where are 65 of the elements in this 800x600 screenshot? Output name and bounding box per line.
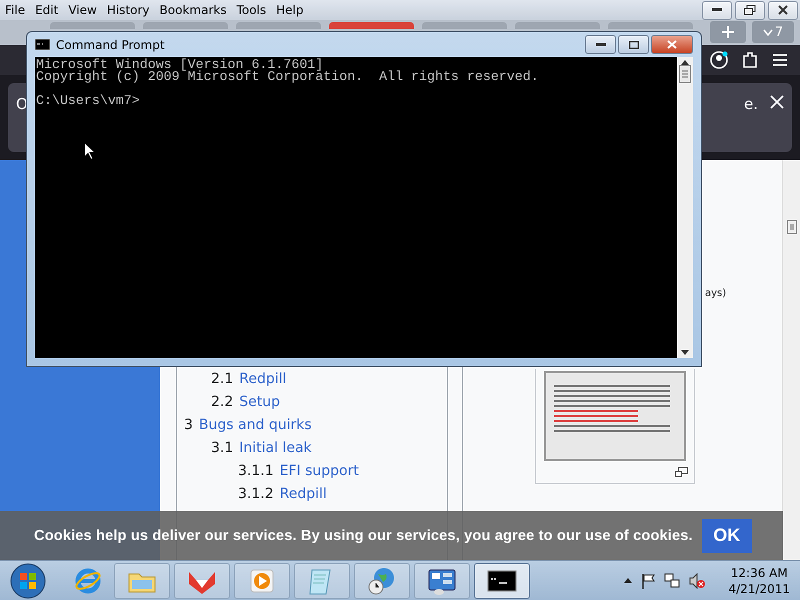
console-icon [35, 39, 50, 50]
section-link[interactable]: Setup [239, 394, 280, 410]
notification-text: e. [744, 95, 758, 113]
command-prompt-line: C:\Users\vm7> [36, 95, 141, 107]
scrollbar[interactable] [782, 160, 800, 560]
mouse-pointer-icon [84, 142, 96, 160]
section-link[interactable]: Redpill [239, 370, 286, 386]
cookie-notice: Cookies help us deliver our services. By using our services, you agree to our use of cookies. [34, 528, 693, 544]
scrollbar[interactable] [677, 57, 693, 358]
scroll-down-icon[interactable] [681, 350, 689, 355]
minimize-icon [596, 42, 606, 46]
section-number: 3.1 [211, 440, 234, 456]
ok-button[interactable]: OK [702, 518, 752, 552]
speaker-muted-icon[interactable] [689, 572, 706, 588]
puzzle-icon[interactable] [742, 51, 758, 69]
maximize-icon [628, 40, 638, 48]
menu-item[interactable]: File [0, 3, 30, 17]
clock-time: 12:36 AM [730, 564, 788, 580]
scroll-thumb-icon[interactable] [786, 220, 796, 234]
menu-item[interactable]: Help [271, 3, 308, 17]
taskbar-button[interactable] [414, 562, 470, 598]
section-number: 3.1.1 [238, 462, 274, 478]
minimize-button[interactable] [585, 35, 616, 54]
account-icon[interactable] [710, 51, 728, 69]
close-icon[interactable] [770, 95, 784, 109]
close-button[interactable] [768, 0, 798, 20]
section-link[interactable]: EFI support [280, 462, 359, 478]
section-number: 3.1.2 [238, 486, 274, 502]
menu-item[interactable]: View [63, 3, 102, 17]
close-icon [778, 5, 788, 15]
plus-icon [721, 25, 735, 39]
restore-button[interactable] [735, 0, 765, 20]
taskbar-button[interactable] [474, 562, 530, 598]
tab-count: 7 [774, 24, 784, 40]
chevron-up-icon[interactable] [624, 578, 632, 583]
menu-item[interactable]: History [102, 3, 155, 17]
restore-icon [744, 5, 756, 15]
scroll-thumb-icon[interactable] [679, 65, 691, 83]
window-title: Command Prompt [56, 38, 165, 52]
console-line: Copyright (c) 2009 Microsoft Corporation. All rights reserved. [36, 71, 540, 83]
start-button[interactable] [8, 562, 48, 598]
chevron-down-icon [762, 28, 773, 36]
section-link[interactable]: Bugs and quirks [198, 416, 312, 432]
clock[interactable]: 12:36 AM 4/21/2011 [728, 564, 790, 596]
section-number: 2.2 [211, 394, 234, 410]
network-icon[interactable] [664, 572, 680, 588]
body-text: ays) [705, 288, 728, 299]
menu-item[interactable]: Edit [30, 3, 64, 17]
section-number: 3 [184, 416, 193, 432]
flag-icon[interactable] [641, 572, 656, 588]
section-number: 2.1 [211, 370, 234, 386]
enlarge-icon[interactable] [675, 467, 688, 477]
menu-item[interactable]: Tools [232, 3, 272, 17]
minimize-button[interactable] [702, 0, 732, 20]
letter-e-icon [74, 566, 102, 594]
close-icon [667, 40, 677, 49]
maximize-button[interactable] [618, 35, 649, 54]
console-line: Microsoft Windows [Version 6.1.7601] [36, 59, 324, 71]
screenshot-thumbnail[interactable] [544, 371, 686, 461]
section-link[interactable]: Redpill [280, 486, 327, 502]
menu-icon[interactable] [772, 53, 788, 67]
section-link[interactable]: Initial leak [239, 440, 312, 456]
clock-date: 4/21/2011 [728, 580, 790, 596]
minimize-icon [712, 8, 722, 12]
menu-item[interactable]: Bookmarks [154, 3, 232, 17]
